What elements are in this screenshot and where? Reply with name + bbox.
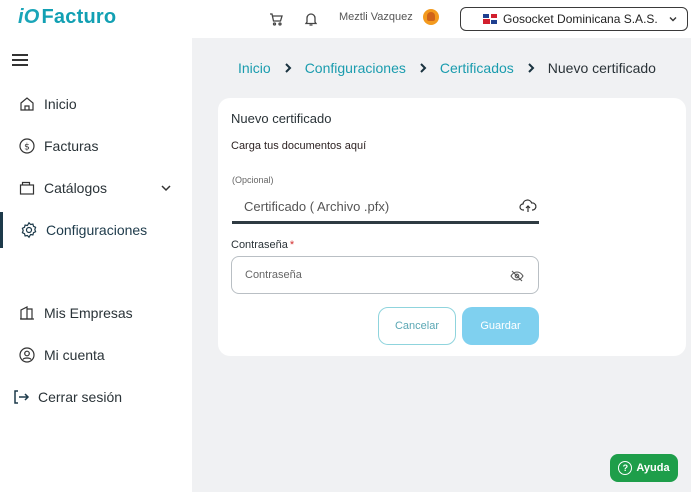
- password-placeholder: Contraseña: [245, 269, 302, 281]
- chevron-right-icon: [526, 62, 536, 74]
- chevron-right-icon: [283, 62, 293, 74]
- top-bar: iO Facturo Meztli Vazquez Gosocket Domin…: [0, 0, 691, 38]
- bell-icon[interactable]: [303, 11, 319, 27]
- chevron-right-icon: [418, 62, 428, 74]
- sidebar-item-cerrar-sesion[interactable]: Cerrar sesión: [0, 379, 192, 415]
- required-mark: *: [289, 239, 295, 251]
- breadcrumb-configuraciones[interactable]: Configuraciones: [305, 60, 406, 76]
- chevron-down-icon: [669, 17, 677, 22]
- sidebar-item-facturas[interactable]: $ Facturas: [0, 128, 192, 164]
- company-name: Gosocket Dominicana S.A.S.: [503, 12, 658, 26]
- password-label: Contraseña *: [231, 239, 294, 251]
- logout-icon: [12, 388, 30, 406]
- user-name[interactable]: Meztli Vazquez: [339, 11, 413, 23]
- sidebar-item-inicio[interactable]: Inicio: [0, 86, 192, 122]
- folder-icon: [18, 179, 36, 197]
- logo-prefix: iO: [18, 6, 40, 28]
- password-label-text: Contraseña: [231, 239, 288, 251]
- app-logo[interactable]: iO Facturo: [18, 6, 116, 29]
- sidebar: Inicio $ Facturas Catálogos Configuracio…: [0, 38, 192, 492]
- sidebar-item-configuraciones[interactable]: Configuraciones: [0, 212, 192, 248]
- sidebar-item-catalogos[interactable]: Catálogos: [0, 170, 192, 206]
- building-icon: [18, 304, 36, 322]
- cart-icon[interactable]: [268, 11, 284, 27]
- svg-text:$: $: [24, 143, 30, 153]
- dollar-circle-icon: $: [18, 137, 36, 155]
- sidebar-item-label: Configuraciones: [46, 222, 148, 238]
- main-content: Inicio Configuraciones Certificados Nuev…: [192, 38, 691, 492]
- sidebar-item-label: Mi cuenta: [44, 347, 105, 363]
- sidebar-item-mis-empresas[interactable]: Mis Empresas: [0, 295, 192, 331]
- menu-icon[interactable]: [12, 54, 28, 66]
- certificate-file-input[interactable]: Certificado ( Archivo .pfx): [232, 191, 539, 224]
- sidebar-item-label: Facturas: [44, 138, 99, 154]
- eye-off-icon[interactable]: [510, 269, 524, 283]
- page-title: Nuevo certificado: [231, 111, 332, 126]
- avatar[interactable]: [423, 9, 439, 25]
- cancel-button[interactable]: Cancelar: [378, 307, 456, 345]
- home-icon: [18, 95, 36, 113]
- save-button[interactable]: Guardar: [462, 307, 539, 345]
- cloud-upload-icon[interactable]: [519, 198, 537, 214]
- optional-label: (Opcional): [232, 175, 274, 185]
- sidebar-item-mi-cuenta[interactable]: Mi cuenta: [0, 337, 192, 373]
- breadcrumb-certificados[interactable]: Certificados: [440, 60, 514, 76]
- sidebar-item-label: Inicio: [44, 96, 77, 112]
- form-subtitle: Carga tus documentos aquí: [231, 140, 367, 152]
- breadcrumb-current: Nuevo certificado: [547, 60, 656, 76]
- help-button[interactable]: ? Ayuda: [610, 454, 678, 482]
- question-icon: ?: [618, 461, 633, 475]
- password-input[interactable]: Contraseña: [231, 256, 539, 294]
- file-placeholder: Certificado ( Archivo .pfx): [244, 198, 390, 214]
- dominican-flag-icon: [483, 14, 497, 24]
- sidebar-item-label: Mis Empresas: [44, 305, 133, 321]
- breadcrumb: Inicio Configuraciones Certificados Nuev…: [238, 60, 656, 76]
- company-selector[interactable]: Gosocket Dominicana S.A.S.: [460, 7, 688, 31]
- sidebar-item-label: Catálogos: [44, 180, 108, 196]
- chevron-down-icon[interactable]: [160, 182, 172, 194]
- logo-brand: Facturo: [41, 6, 117, 28]
- breadcrumb-inicio[interactable]: Inicio: [238, 60, 271, 76]
- help-label: Ayuda: [636, 462, 670, 474]
- sidebar-item-label: Cerrar sesión: [38, 389, 123, 405]
- user-circle-icon: [18, 346, 36, 364]
- gear-icon: [20, 221, 38, 239]
- certificate-form-card: Nuevo certificado Carga tus documentos a…: [218, 98, 686, 356]
